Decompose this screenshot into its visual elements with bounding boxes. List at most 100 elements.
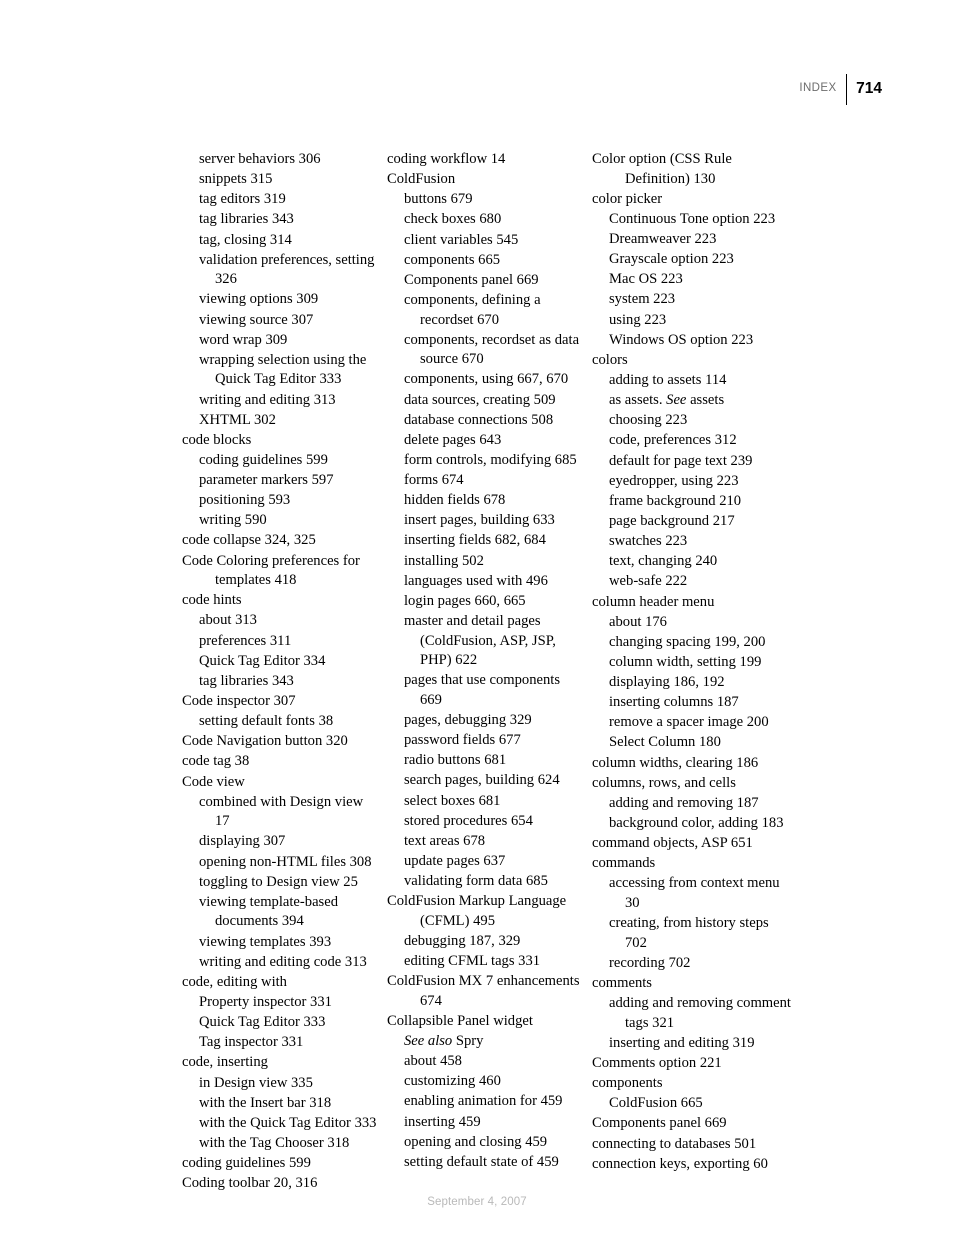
index-entry: code tag 38 [182, 753, 250, 770]
index-entry: Code inspector 307 [182, 693, 296, 710]
index-entry: Code Navigation button 320 [182, 733, 348, 750]
index-entry: connecting to databases 501 [592, 1135, 757, 1152]
index-subentry: pages that use components 669 [404, 672, 561, 708]
index-entry: components [592, 1075, 663, 1092]
index-subentry: recording 702 [609, 954, 691, 971]
running-header-label: INDEX [799, 82, 837, 95]
index-entry: columns, rows, and cells [592, 774, 736, 791]
index-subentry: update pages 637 [404, 852, 506, 869]
page-footer: September 4, 2007 [0, 1196, 954, 1208]
index-subentry: viewing template-based documents 394 [199, 893, 338, 930]
index-subentry: stored procedures 654 [404, 812, 533, 829]
index-subentry: database connections 508 [404, 411, 554, 428]
index-subentry: snippets 315 [199, 171, 273, 188]
index-subentry: frame background 210 [609, 492, 742, 509]
index-column-2: coding workflow 14 ColdFusion buttons 679 c… [387, 150, 583, 1194]
index-entry: Color option (CSS Rule Definition) 130 [592, 151, 732, 187]
index-subentry: viewing templates 393 [199, 933, 332, 950]
index-column-3: Color option (CSS Rule Definition) 130 co… [592, 150, 792, 1194]
index-entry: coding guidelines 599 [182, 1155, 311, 1172]
index-subentry: Select Column 180 [609, 734, 721, 751]
index-subentry: as assets. See assets [609, 392, 725, 409]
index-subentry: customizing 460 [404, 1073, 501, 1090]
index-subentry: eyedropper, using 223 [609, 472, 739, 489]
index-subentry: debugging 187, 329 [404, 932, 521, 949]
index-subentry: web-safe 222 [609, 573, 688, 590]
index-subentry: adding and removing 187 [609, 794, 759, 811]
index-subentry: XHTML 302 [199, 411, 276, 428]
index-subentry: background color, adding 183 [609, 815, 784, 832]
index-subentry: creating, from history steps 702 [609, 915, 769, 951]
index-subentry: components, defining a recordset 670 [404, 291, 541, 328]
index-entry: color picker [592, 190, 663, 207]
index-subentry: login pages 660, 665 [404, 592, 526, 609]
index-subentry: preferences 311 [199, 632, 292, 649]
index-subentry: tag libraries 343 [199, 211, 294, 228]
index-subentry: installing 502 [404, 552, 484, 569]
index-entry: code, inserting [182, 1054, 268, 1071]
index-entry: connection keys, exporting 60 [592, 1155, 768, 1172]
index-subentry: combined with Design view 17 [199, 793, 364, 830]
index-subentry: ColdFusion 665 [609, 1095, 703, 1112]
index-subentry: code, preferences 312 [609, 432, 737, 449]
index-subentry: form controls, modifying 685 [404, 451, 577, 468]
index-entry: coding workflow 14 [387, 151, 506, 167]
index-subentry: remove a spacer image 200 [609, 714, 769, 731]
index-subentry: Mac OS 223 [609, 271, 683, 288]
index-entry: code hints [182, 592, 242, 609]
index-subentry: Quick Tag Editor 334 [199, 652, 326, 669]
index-subentry: writing and editing 313 [199, 391, 336, 408]
index-subentry: client variables 545 [404, 231, 519, 248]
index-subentry: default for page text 239 [609, 452, 753, 469]
index-subentry: using 223 [609, 311, 667, 328]
index-subentry: forms 674 [404, 472, 464, 489]
index-subentry: viewing options 309 [199, 291, 319, 308]
index-subentry: select boxes 681 [404, 792, 501, 809]
index-entry: command objects, ASP 651 [592, 835, 753, 852]
index-subentry: setting default fonts 38 [199, 713, 334, 730]
index-subentry: writing and editing code 313 [199, 953, 367, 970]
index-subentry: buttons 679 [404, 191, 473, 208]
index-subentry: page background 217 [609, 512, 735, 529]
running-header: INDEX 714 [799, 72, 882, 106]
index-subentry: word wrap 309 [199, 331, 288, 348]
index-subentry: server behaviors 306 [199, 151, 321, 167]
index-subentry: in Design view 335 [199, 1074, 313, 1091]
index-subentry: components, using 667, 670 [404, 371, 569, 388]
page-number: 714 [856, 80, 882, 98]
index-entry: colors [592, 351, 628, 368]
index-entry: column widths, clearing 186 [592, 754, 759, 771]
index-entry: ColdFusion Markup Language (CFML) 495 [387, 893, 567, 929]
index-subentry: validation preferences, setting 326 [199, 251, 375, 288]
index-subentry: delete pages 643 [404, 431, 502, 448]
index-subentry: pages, debugging 329 [404, 711, 532, 728]
index-subentry: radio buttons 681 [404, 752, 507, 769]
index-subentry: about 458 [404, 1053, 462, 1070]
index-subentry: writing 590 [199, 512, 267, 529]
index-subentry: toggling to Design view 25 [199, 873, 358, 890]
index-subentry: Tag inspector 331 [199, 1034, 304, 1051]
index-subentry: changing spacing 199, 200 [609, 633, 766, 650]
index-subentry: accessing from context menu 30 [609, 875, 780, 912]
index-subentry: enabling animation for 459 [404, 1093, 563, 1110]
index-subentry: check boxes 680 [404, 211, 502, 228]
index-subentry: about 176 [609, 613, 667, 630]
index-entry: comments [592, 974, 652, 991]
index-subentry: inserting 459 [404, 1113, 481, 1130]
index-subentry: system 223 [609, 291, 676, 308]
index-subentry: displaying 186, 192 [609, 674, 725, 691]
index-subentry: column width, setting 199 [609, 653, 762, 670]
index-subentry: insert pages, building 633 [404, 512, 555, 529]
index-subentry: adding to assets 114 [609, 371, 727, 388]
index-body: server behaviors 306 snippets 315 tag edit… [182, 150, 882, 1194]
index-subentry: validating form data 685 [404, 873, 548, 890]
index-subentry: languages used with 496 [404, 572, 548, 589]
index-subentry: coding guidelines 599 [199, 451, 328, 468]
footer-date: September 4, 2007 [427, 1196, 527, 1208]
index-subentry: displaying 307 [199, 833, 286, 850]
index-entry: Code view [182, 773, 245, 790]
index-subentry: text, changing 240 [609, 553, 718, 570]
index-entry: code collapse 324, 325 [182, 532, 316, 549]
index-subentry: inserting fields 682, 684 [404, 532, 546, 549]
index-subentry: viewing source 307 [199, 311, 314, 328]
